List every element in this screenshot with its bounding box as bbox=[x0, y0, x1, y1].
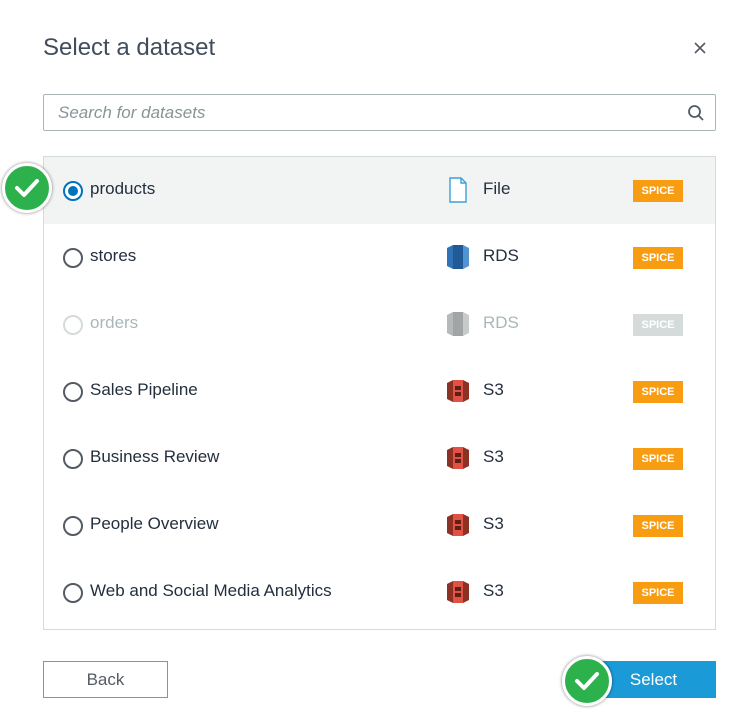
spice-badge: SPICE bbox=[633, 448, 683, 470]
source-label: S3 bbox=[483, 581, 504, 600]
radio-button[interactable] bbox=[63, 181, 83, 201]
spice-badge: SPICE bbox=[633, 381, 683, 403]
radio-button[interactable] bbox=[63, 516, 83, 536]
radio-button[interactable] bbox=[63, 382, 83, 402]
database-icon bbox=[447, 312, 469, 336]
radio-button[interactable] bbox=[63, 449, 83, 469]
dataset-row-stores[interactable]: stores RDS SPICE bbox=[44, 224, 715, 291]
close-icon[interactable] bbox=[690, 38, 710, 58]
dataset-name: Web and Social Media Analytics bbox=[90, 581, 332, 600]
spice-badge: SPICE bbox=[633, 515, 683, 537]
source-label: File bbox=[483, 179, 511, 198]
radio-button[interactable] bbox=[63, 583, 83, 603]
back-button[interactable]: Back bbox=[43, 661, 168, 698]
dataset-name: Sales Pipeline bbox=[90, 380, 198, 399]
checkmark-icon bbox=[2, 163, 52, 213]
dataset-row-web-and-social-media-analytics[interactable]: Web and Social Media Analytics S3 SPICE bbox=[44, 559, 715, 626]
s3-bucket-icon bbox=[447, 514, 469, 536]
search-input[interactable] bbox=[44, 95, 664, 130]
dataset-name: stores bbox=[90, 246, 137, 265]
checkmark-icon bbox=[562, 656, 612, 706]
radio-button bbox=[63, 315, 83, 335]
page-title: Select a dataset bbox=[43, 34, 216, 61]
search-box bbox=[43, 94, 716, 131]
spice-badge: SPICE bbox=[633, 247, 683, 269]
dataset-row-business-review[interactable]: Business Review S3 SPICE bbox=[44, 425, 715, 492]
s3-bucket-icon bbox=[447, 447, 469, 469]
dataset-list: products File SPICE stores RDS SPICE ord… bbox=[43, 156, 716, 630]
s3-bucket-icon bbox=[447, 380, 469, 402]
spice-badge: SPICE bbox=[633, 180, 683, 202]
dataset-name: Business Review bbox=[90, 447, 220, 466]
source-label: RDS bbox=[483, 313, 519, 332]
database-icon bbox=[447, 245, 469, 269]
dataset-row-orders: orders RDS SPICE bbox=[44, 291, 715, 358]
dataset-row-sales-pipeline[interactable]: Sales Pipeline S3 SPICE bbox=[44, 358, 715, 425]
source-label: S3 bbox=[483, 514, 504, 533]
file-icon bbox=[449, 177, 467, 203]
dataset-name: products bbox=[90, 179, 156, 198]
spice-badge: SPICE bbox=[633, 582, 683, 604]
dataset-name: People Overview bbox=[90, 514, 219, 533]
source-label: S3 bbox=[483, 447, 504, 466]
radio-button[interactable] bbox=[63, 248, 83, 268]
source-label: RDS bbox=[483, 246, 519, 265]
search-icon[interactable] bbox=[687, 104, 705, 122]
dataset-row-people-overview[interactable]: People Overview S3 SPICE bbox=[44, 492, 715, 559]
dataset-row-products[interactable]: products File SPICE bbox=[44, 157, 715, 224]
spice-badge: SPICE bbox=[633, 314, 683, 336]
s3-bucket-icon bbox=[447, 581, 469, 603]
dataset-name: orders bbox=[90, 313, 139, 332]
source-label: S3 bbox=[483, 380, 504, 399]
